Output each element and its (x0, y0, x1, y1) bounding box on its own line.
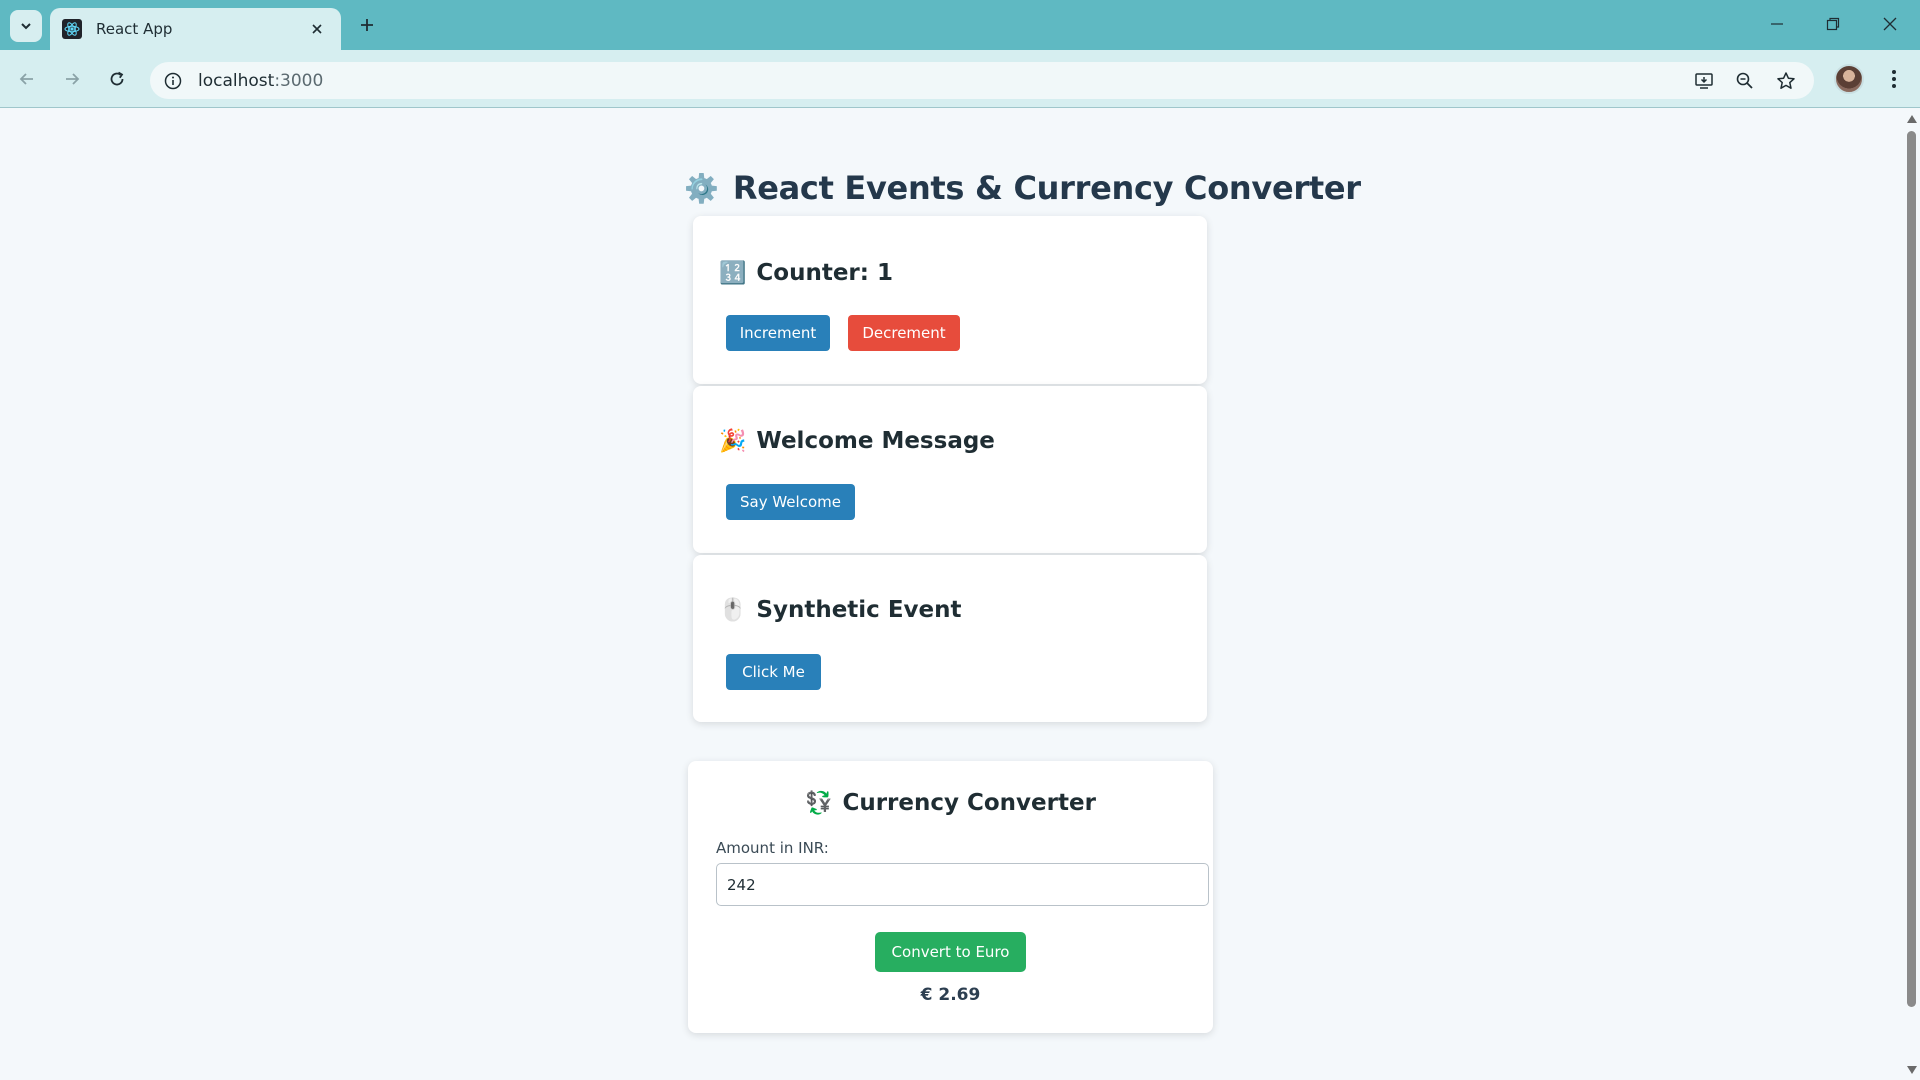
decrement-button[interactable]: Decrement (848, 315, 960, 351)
converter-heading: 💱 Currency Converter (688, 790, 1213, 816)
tab-strip: React App (0, 0, 1920, 50)
tab-title: React App (96, 20, 173, 38)
close-icon (1883, 17, 1897, 31)
say-welcome-button[interactable]: Say Welcome (726, 484, 855, 520)
tab-search-button[interactable] (10, 10, 42, 42)
page-title-text: React Events & Currency Converter (732, 169, 1361, 207)
counter-heading: 🔢 Counter: 1 (719, 260, 893, 286)
close-window-button[interactable] (1872, 8, 1908, 40)
zoom-icon[interactable] (1732, 68, 1758, 94)
gear-icon: ⚙️ (684, 172, 719, 204)
page-title: ⚙️ React Events & Currency Converter (684, 163, 1361, 213)
synthetic-heading-text: Synthetic Event (756, 597, 962, 623)
back-button[interactable] (10, 62, 44, 96)
page-viewport: ⚙️ React Events & Currency Converter 🔢 C… (0, 109, 1903, 1080)
welcome-heading-text: Welcome Message (756, 428, 995, 454)
counter-card: 🔢 Counter: 1 Increment Decrement (693, 216, 1207, 384)
react-logo-icon (62, 19, 82, 39)
welcome-card: 🎉 Welcome Message Say Welcome (693, 386, 1207, 553)
increment-button[interactable]: Increment (726, 315, 830, 351)
url-text: localhost:3000 (198, 71, 323, 91)
install-app-icon[interactable] (1691, 68, 1717, 94)
bookmark-star-icon[interactable] (1773, 68, 1799, 94)
minimize-button[interactable] (1759, 8, 1795, 40)
url-host: localhost (198, 70, 275, 91)
browser-tab[interactable]: React App (50, 8, 341, 50)
reload-button[interactable] (100, 62, 134, 96)
amount-label: Amount in INR: (716, 839, 829, 857)
browser-menu-button[interactable] (1880, 64, 1908, 94)
currency-exchange-icon: 💱 (805, 790, 833, 816)
url-port: :3000 (274, 70, 324, 91)
browser-toolbar: localhost:3000 (0, 50, 1920, 108)
currency-converter-card: 💱 Currency Converter Amount in INR: Conv… (688, 761, 1213, 1033)
restore-icon (1826, 17, 1840, 31)
chevron-down-icon (21, 23, 31, 30)
scroll-thumb[interactable] (1907, 131, 1916, 1007)
profile-avatar[interactable] (1834, 64, 1864, 94)
synthetic-event-card: 🖱️ Synthetic Event Click Me (693, 555, 1207, 722)
welcome-heading: 🎉 Welcome Message (719, 428, 995, 454)
synthetic-heading: 🖱️ Synthetic Event (719, 597, 962, 623)
new-tab-button[interactable] (352, 10, 382, 40)
restore-button[interactable] (1815, 8, 1851, 40)
close-tab-icon[interactable] (305, 17, 329, 41)
page-scrollbar[interactable] (1903, 109, 1920, 1080)
party-popper-icon: 🎉 (719, 428, 747, 454)
plus-icon (361, 19, 373, 31)
address-bar[interactable]: localhost:3000 (150, 62, 1814, 99)
mouse-icon: 🖱️ (719, 597, 747, 623)
numbers-icon: 🔢 (719, 260, 747, 286)
conversion-result: € 2.69 (920, 985, 981, 1005)
arrow-right-icon (66, 73, 80, 85)
convert-to-euro-button[interactable]: Convert to Euro (875, 932, 1026, 972)
scroll-up-icon[interactable] (1907, 115, 1917, 123)
forward-button[interactable] (55, 62, 89, 96)
scroll-down-icon[interactable] (1907, 1066, 1917, 1074)
arrow-left-icon (19, 73, 33, 85)
click-me-button[interactable]: Click Me (726, 654, 821, 690)
converter-heading-text: Currency Converter (842, 790, 1096, 816)
amount-input[interactable] (716, 863, 1209, 906)
reload-icon (110, 71, 124, 86)
site-info-icon[interactable] (162, 70, 184, 92)
minimize-icon (1771, 23, 1783, 25)
more-vertical-icon (1892, 70, 1896, 88)
counter-heading-text: Counter: 1 (756, 260, 893, 286)
